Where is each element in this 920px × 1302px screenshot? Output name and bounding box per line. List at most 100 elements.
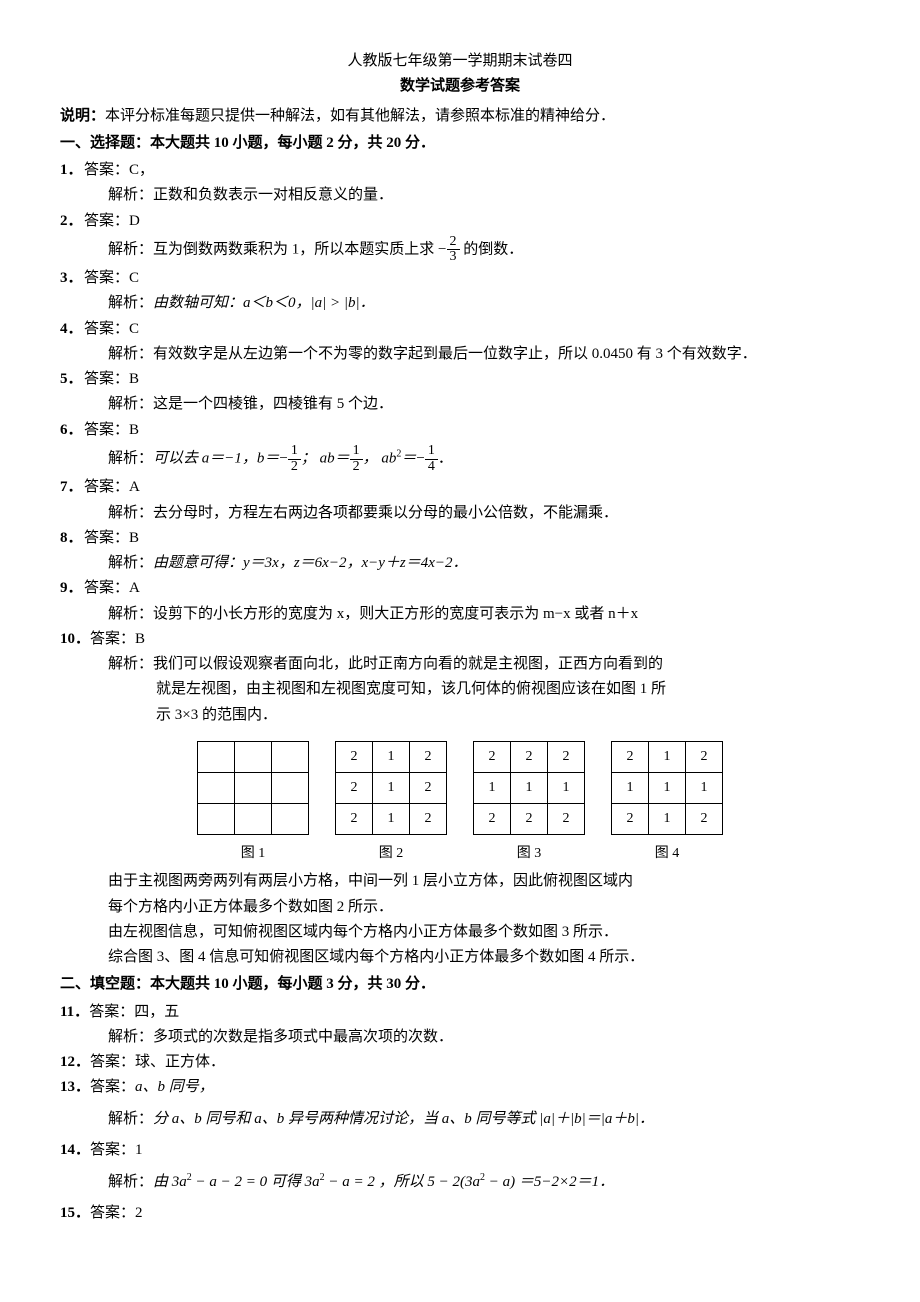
note-line: 说明：本评分标准每题只提供一种解法，如有其他解法，请参照本标准的精神给分． xyxy=(60,105,860,128)
q-number: 9． xyxy=(60,577,84,600)
t5: ． xyxy=(438,451,453,467)
q11-answer: 11．答案：四，五 xyxy=(60,1001,860,1024)
q15-answer: 15．答案：2 xyxy=(60,1202,860,1225)
explain-label: 解析： xyxy=(108,656,153,672)
q-number: 4． xyxy=(60,318,84,341)
explain-label: 解析： xyxy=(108,346,153,362)
explain-label: 解析： xyxy=(108,187,153,203)
explain-text: 去分母时，方程左右两边各项都要乘以分母的最小公倍数，不能漏乘． xyxy=(153,505,618,521)
q5-answer: 5．答案：B xyxy=(60,368,860,391)
doc-subtitle: 数学试题参考答案 xyxy=(60,75,860,98)
grid-caption: 图 4 xyxy=(611,843,723,865)
answer-label: 答案： xyxy=(90,1054,135,1070)
q-number: 1． xyxy=(60,159,84,182)
cell xyxy=(272,741,309,772)
cell: 2 xyxy=(336,772,373,803)
cell: 2 xyxy=(410,741,447,772)
cell: 1 xyxy=(686,772,723,803)
answer-value: a、b 同号， xyxy=(135,1079,214,1095)
cell: 1 xyxy=(548,772,585,803)
answer-value: C， xyxy=(129,162,154,178)
t4: ＝ xyxy=(401,451,416,467)
q10-p2: 每个方格内小正方体最多个数如图 2 所示． xyxy=(108,896,860,919)
explain-text: 多项式的次数是指多项式中最高次项的次数． xyxy=(153,1029,453,1045)
section-1-heading: 一、选择题：本大题共 10 小题，每小题 2 分，共 20 分． xyxy=(60,132,860,155)
cell xyxy=(198,772,235,803)
fraction: 23 xyxy=(447,235,460,265)
answer-value: D xyxy=(129,213,140,229)
q14-explain: 解析：由 3a2 − a − 2 = 0 可得 3a2 − a = 2 ，所以 … xyxy=(108,1170,860,1194)
answer-value: B xyxy=(129,530,139,546)
explain-label: 解析： xyxy=(108,505,153,521)
section-2-heading: 二、填空题：本大题共 10 小题，每小题 3 分，共 30 分． xyxy=(60,973,860,996)
cell: 1 xyxy=(373,741,410,772)
explain-text: 有效数字是从左边第一个不为零的数字起到最后一位数字止，所以 0.0450 有 3… xyxy=(153,346,757,362)
doc-title: 人教版七年级第一学期期末试卷四 xyxy=(60,50,860,73)
grid-fig-4: 212 111 212 图 4 xyxy=(611,741,723,865)
answer-value: C xyxy=(129,321,139,337)
cell xyxy=(198,803,235,834)
q-number: 14． xyxy=(60,1139,90,1162)
grid-caption: 图 2 xyxy=(335,843,447,865)
answer-value: A xyxy=(129,479,140,495)
answer-label: 答案： xyxy=(84,270,129,286)
cell: 2 xyxy=(474,803,511,834)
fraction: 12 xyxy=(350,444,363,474)
answer-label: 答案： xyxy=(84,422,129,438)
q13-answer: 13．答案：a、b 同号， xyxy=(60,1076,860,1099)
answer-value: 1 xyxy=(135,1142,143,1158)
cell: 2 xyxy=(686,741,723,772)
t1: 可以去 a＝−1，b＝ xyxy=(153,451,279,467)
q4-explain: 解析：有效数字是从左边第一个不为零的数字起到最后一位数字止，所以 0.0450 … xyxy=(108,343,860,366)
explain-label: 解析： xyxy=(108,555,153,571)
answer-label: 答案： xyxy=(84,580,129,596)
q9-explain: 解析：设剪下的小长方形的宽度为 x，则大正方形的宽度可表示为 m−x 或者 n＋… xyxy=(108,603,860,626)
grid-table: 212 111 212 xyxy=(611,741,723,835)
cell: 1 xyxy=(649,772,686,803)
grid-caption: 图 3 xyxy=(473,843,585,865)
cell: 2 xyxy=(548,803,585,834)
explain-label: 解析： xyxy=(108,1111,153,1127)
answer-label: 答案： xyxy=(84,213,129,229)
q4-answer: 4．答案：C xyxy=(60,318,860,341)
q8-answer: 8．答案：B xyxy=(60,527,860,550)
answer-label: 答案： xyxy=(89,1004,134,1020)
answer-value: C xyxy=(129,270,139,286)
grid-table: 222 111 222 xyxy=(473,741,585,835)
q7-explain: 解析：去分母时，方程左右两边各项都要乘以分母的最小公倍数，不能漏乘． xyxy=(108,502,860,525)
cell: 2 xyxy=(511,741,548,772)
q11-explain: 解析：多项式的次数是指多项式中最高次项的次数． xyxy=(108,1026,860,1049)
cell: 1 xyxy=(612,772,649,803)
answer-value: B xyxy=(135,631,145,647)
q10-p3: 由左视图信息，可知俯视图区域内每个方格内小正方体最多个数如图 3 所示． xyxy=(108,921,860,944)
q-number: 10． xyxy=(60,628,90,651)
explain-text: 设剪下的小长方形的宽度为 x，则大正方形的宽度可表示为 m−x 或者 n＋x xyxy=(153,606,638,622)
q-number: 2． xyxy=(60,210,84,233)
q1-answer: 1．答案：C， xyxy=(60,159,860,182)
cell: 1 xyxy=(511,772,548,803)
answer-value: A xyxy=(129,580,140,596)
t3: − a = 2 ，所以 5 − 2(3a xyxy=(325,1174,480,1190)
q5-explain: 解析：这是一个四棱锥，四棱锥有 5 个边． xyxy=(108,393,860,416)
cell: 2 xyxy=(410,772,447,803)
answer-label: 答案： xyxy=(84,530,129,546)
q-number: 5． xyxy=(60,368,84,391)
t2: − a − 2 = 0 可得 3a xyxy=(192,1174,320,1190)
answer-value: 2 xyxy=(135,1205,143,1221)
cell: 1 xyxy=(373,803,410,834)
explain-label: 解析： xyxy=(108,241,153,257)
q-number: 15． xyxy=(60,1202,90,1225)
t3: ， ab xyxy=(363,451,397,467)
note-text: 本评分标准每题只提供一种解法，如有其他解法，请参照本标准的精神给分． xyxy=(105,108,615,124)
cell xyxy=(272,772,309,803)
grid-fig-2: 212 212 212 图 2 xyxy=(335,741,447,865)
q-number: 13． xyxy=(60,1076,90,1099)
explain-label: 解析： xyxy=(108,606,153,622)
answer-label: 答案： xyxy=(90,1205,135,1221)
cell: 2 xyxy=(336,741,373,772)
explain-text: 分 a、b 同号和 a、b 异号两种情况讨论，当 a、b 同号等式 |a|＋|b… xyxy=(153,1111,654,1127)
explain-text-a: 互为倒数两数乘积为 1，所以本题实质上求 xyxy=(153,241,434,257)
q6-answer: 6．答案：B xyxy=(60,419,860,442)
explain-label: 解析： xyxy=(108,1029,153,1045)
grid-caption: 图 1 xyxy=(197,843,309,865)
